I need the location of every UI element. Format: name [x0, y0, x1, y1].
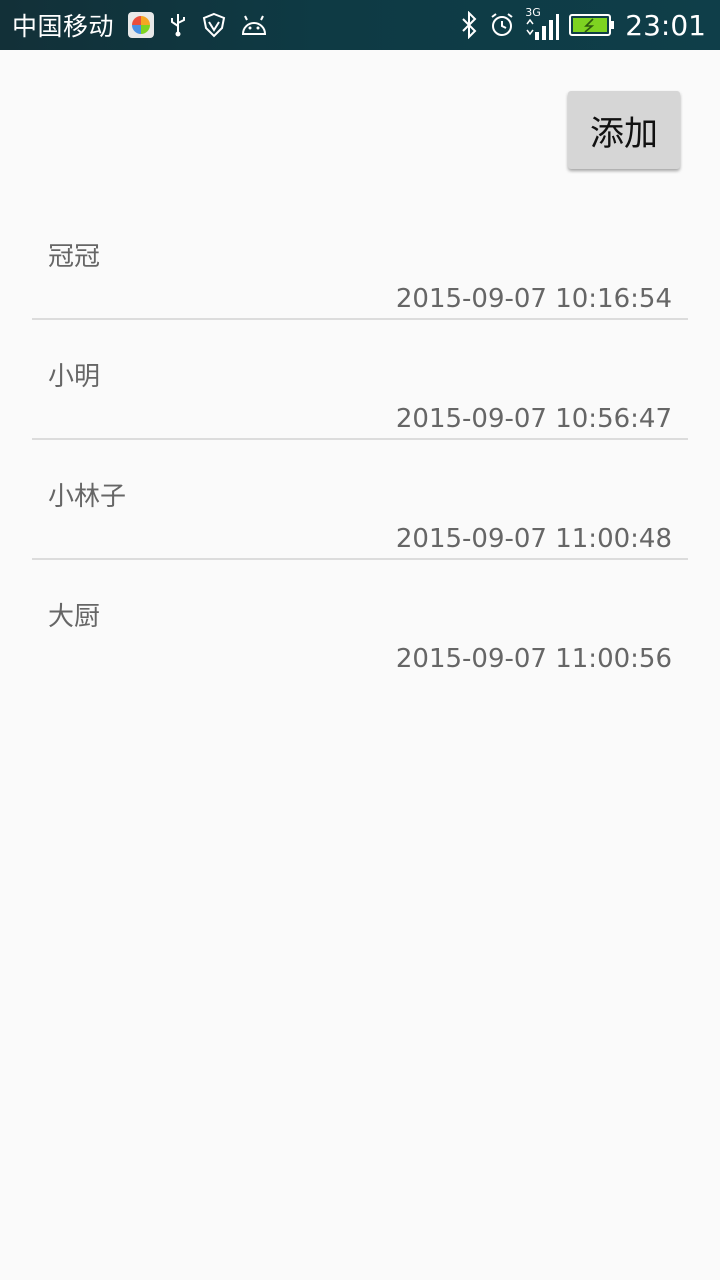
android-icon — [240, 14, 268, 36]
status-bar: 中国移动 3G 23:01 — [0, 0, 720, 50]
record-list: 冠冠 2015-09-07 10:16:54 小明 2015-09-07 10:… — [32, 200, 688, 680]
clock: 23:01 — [625, 8, 706, 42]
item-timestamp: 2015-09-07 11:00:56 — [395, 644, 672, 674]
battery-icon — [569, 13, 615, 37]
item-name: 小明 — [48, 362, 101, 392]
bluetooth-icon — [459, 11, 479, 39]
signal-icon: 3G — [525, 6, 560, 42]
list-item[interactable]: 冠冠 2015-09-07 10:16:54 — [32, 200, 688, 320]
item-name: 大厨 — [48, 602, 101, 632]
alarm-icon — [489, 12, 515, 38]
network-type-label: 3G — [525, 6, 541, 19]
item-name: 小林子 — [48, 482, 127, 512]
shield-icon — [202, 12, 226, 38]
list-item[interactable]: 大厨 2015-09-07 11:00:56 — [32, 560, 688, 680]
add-button[interactable]: 添加 — [568, 91, 680, 169]
item-timestamp: 2015-09-07 10:16:54 — [395, 284, 672, 314]
app-notification-icon — [128, 12, 155, 38]
list-item[interactable]: 小明 2015-09-07 10:56:47 — [32, 320, 688, 440]
list-item[interactable]: 小林子 2015-09-07 11:00:48 — [32, 440, 688, 560]
carrier-label: 中国移动 — [12, 12, 115, 41]
item-name: 冠冠 — [48, 242, 101, 272]
usb-icon — [168, 12, 188, 38]
item-timestamp: 2015-09-07 10:56:47 — [395, 404, 672, 434]
item-timestamp: 2015-09-07 11:00:48 — [395, 524, 672, 554]
